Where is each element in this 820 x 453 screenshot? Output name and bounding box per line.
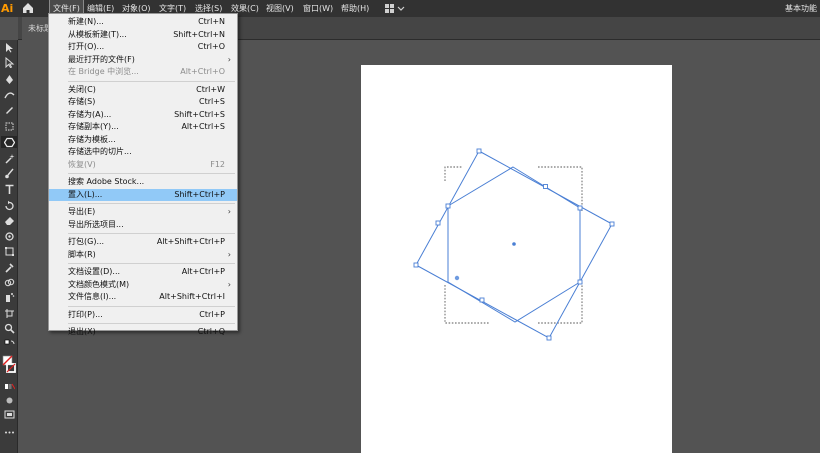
menu-item-save-copy[interactable]: 存储副本(Y)... Alt+Ctrl+S	[49, 121, 237, 134]
submenu-arrow-icon: ›	[227, 279, 231, 289]
menu-separator	[68, 233, 235, 234]
menu-separator	[68, 263, 235, 264]
submenu-arrow-icon: ›	[227, 54, 231, 64]
menu-item-print[interactable]: 打印(P)... Ctrl+P	[49, 309, 237, 322]
submenu-arrow-icon: ›	[227, 207, 231, 216]
menu-item-save-as[interactable]: 存储为(A)... Shift+Ctrl+S	[49, 109, 237, 122]
file-menu-dropdown: 新建(N)... Ctrl+N 从模板新建(T)... Shift+Ctrl+N 打…	[48, 13, 238, 336]
menu-item-open[interactable]: 打开(O)... Ctrl+O	[49, 41, 237, 54]
menu-item-package[interactable]: 打包(G)... Alt+Shift+Ctrl+P	[49, 236, 237, 249]
menu-separator	[68, 323, 235, 324]
menu-separator	[68, 80, 235, 82]
menu-separator	[68, 203, 235, 204]
menu-item-revert: 恢复(V) F12	[68, 159, 225, 169]
menu-item-search-adobe-stock[interactable]: 搜索 Adobe Stock...	[49, 176, 237, 189]
menu-item-export[interactable]: 导出(E) ›	[49, 206, 237, 219]
menu-item-export-selection[interactable]: 导出所选项目...	[49, 219, 237, 232]
menu-item-save-selected-slices[interactable]: 存储选中的切片...	[49, 146, 237, 159]
menu-item-browse-in-bridge: 在 Bridge 中浏览... Alt+Ctrl+O	[68, 67, 225, 76]
submenu-arrow-icon: ›	[227, 249, 231, 259]
menu-item-open-recent[interactable]: 最近打开的文件(F) ›	[49, 54, 237, 67]
menu-item-save[interactable]: 存储(S) Ctrl+S	[49, 96, 237, 109]
menu-item-new-from-template[interactable]: 从模板新建(T)... Shift+Ctrl+N	[49, 29, 237, 42]
menu-separator	[68, 173, 235, 174]
menu-item-save-as-template[interactable]: 存储为模板...	[49, 134, 237, 147]
menu-item-new[interactable]: 新建(N)... Ctrl+N	[49, 16, 237, 29]
menu-item-close[interactable]: 关闭(C) Ctrl+W	[49, 84, 237, 97]
menu-item-document-color-mode[interactable]: 文档颜色模式(M) ›	[49, 279, 237, 292]
menu-item-document-setup[interactable]: 文档设置(D)... Alt+Ctrl+P	[49, 266, 237, 279]
menu-item-file-info[interactable]: 文件信息(I)... Alt+Shift+Ctrl+I	[49, 291, 237, 304]
rotation-origin	[454, 275, 460, 281]
center-point	[512, 242, 516, 246]
menu-item-scripts[interactable]: 脚本(R) ›	[49, 249, 237, 262]
menu-item-exit[interactable]: 退出(X) Ctrl+Q	[49, 326, 237, 339]
menu-separator	[68, 305, 235, 307]
menu-item-place[interactable]: 置入(L)... Shift+Ctrl+P	[49, 188, 237, 201]
